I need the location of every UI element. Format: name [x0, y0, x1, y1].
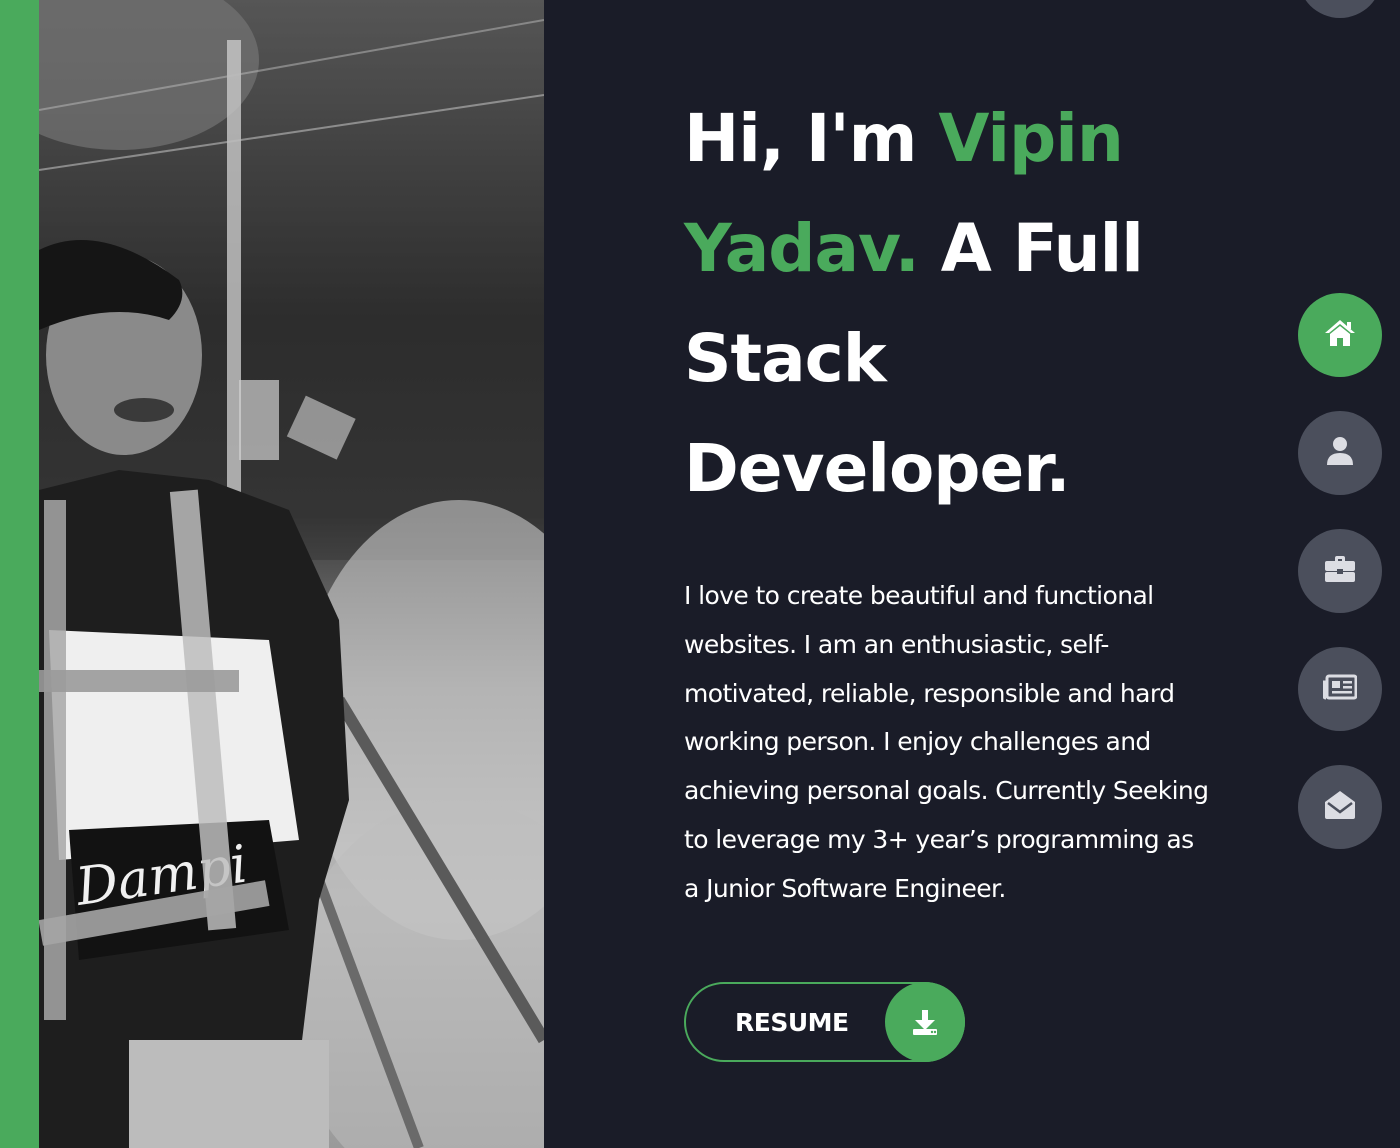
nav-about-button[interactable] [1298, 411, 1382, 495]
headline: Hi, I'm Vipin Yadav. A Full Stack Develo… [684, 84, 1244, 524]
hero-section: Hi, I'm Vipin Yadav. A Full Stack Develo… [684, 84, 1244, 914]
nav-button-top[interactable] [1298, 0, 1382, 18]
nav-portfolio-button[interactable] [1298, 529, 1382, 613]
resume-label: RESUME [735, 1007, 849, 1037]
nav-home-button[interactable] [1298, 293, 1382, 377]
home-icon [1323, 318, 1357, 352]
download-icon [885, 982, 965, 1062]
newspaper-icon [1322, 674, 1358, 704]
envelope-open-icon [1324, 790, 1356, 824]
bio-text: I love to create beautiful and functiona… [684, 581, 1209, 903]
headline-greeting: Hi, I'm [684, 100, 939, 177]
user-icon [1326, 436, 1354, 470]
briefcase-icon [1324, 555, 1356, 587]
nav-contact-button[interactable] [1298, 765, 1382, 849]
nav-blog-button[interactable] [1298, 647, 1382, 731]
resume-button[interactable]: RESUME [684, 982, 965, 1062]
accent-strip [0, 0, 39, 1148]
profile-photo: Dampi [39, 0, 544, 1148]
